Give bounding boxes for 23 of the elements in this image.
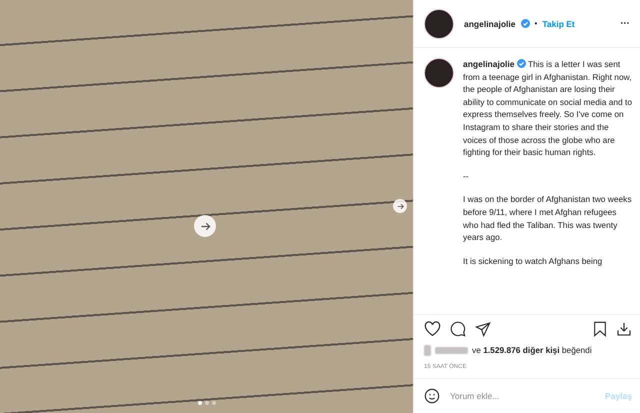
arrow-right-icon	[396, 202, 404, 210]
comment-icon[interactable]	[450, 321, 466, 338]
heart-icon[interactable]	[424, 321, 441, 338]
emoji-icon[interactable]	[424, 388, 440, 404]
bookmark-icon[interactable]	[593, 321, 607, 338]
likes-text: ve 1.529.876 diğer kişi beğendi	[472, 344, 592, 357]
caption-text: I was on the border of Afghanistan two weeks before 9/11, where I met Afghan refugees who had fled the Taliban. This was twenty years ago.	[463, 193, 632, 244]
caption-text: It is sickening to watch Afghans being	[463, 254, 604, 268]
download-icon[interactable]	[616, 321, 632, 338]
verified-badge-icon	[520, 19, 530, 28]
share-icon[interactable]	[475, 321, 491, 338]
caption-text: angelinajolie This is a letter I was sent from a teenage girl in Afghanistan. Right now, the people of Afghanistan are losing their ability to communicate on social media and to express themselves freely. So I've come on Instagram to share their stories and the voices of those across the globe who are fighting for their basic human rights.	[463, 58, 632, 159]
next-slide-button[interactable]	[194, 215, 216, 237]
profile-avatar[interactable]	[424, 58, 454, 88]
caption-text: --	[463, 170, 470, 182]
blurred-username	[435, 347, 468, 354]
next-slide-button[interactable]	[393, 199, 407, 213]
blurred-avatar	[424, 345, 431, 356]
separator-dot: •	[534, 19, 538, 28]
verified-badge-icon	[516, 59, 526, 68]
username-link[interactable]: angelinajolie	[464, 18, 516, 28]
profile-avatar[interactable]	[424, 8, 454, 38]
username-link[interactable]: angelinajolie	[463, 59, 514, 69]
